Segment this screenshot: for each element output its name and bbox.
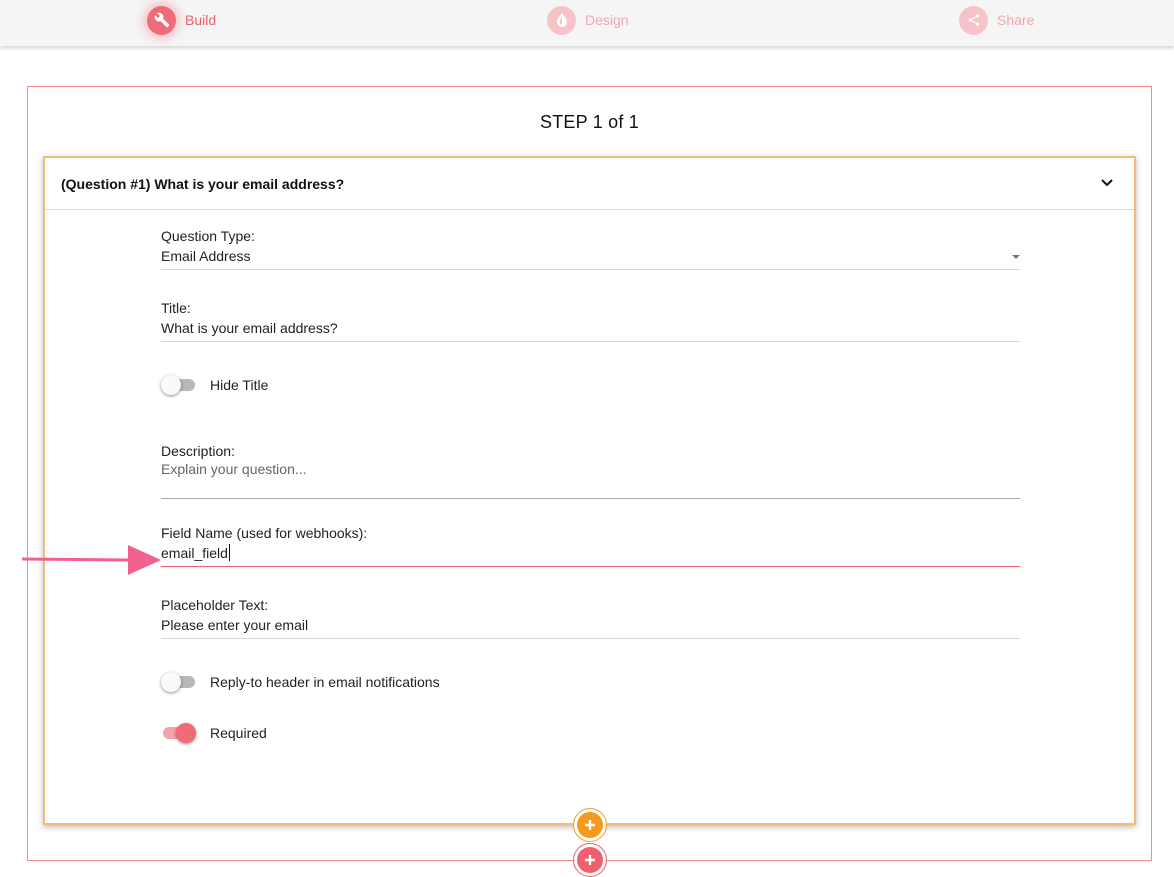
question-type-field: Question Type: Email Address: [161, 228, 1020, 270]
question-type-select[interactable]: Email Address: [161, 244, 1020, 270]
annotation-arrow-icon: [22, 545, 161, 575]
hide-title-toggle[interactable]: [161, 375, 196, 395]
question-header-title: (Question #1) What is your email address…: [61, 176, 345, 192]
plus-circle-icon: [577, 847, 603, 873]
nav-share-label: Share: [997, 12, 1035, 28]
hide-title-label: Hide Title: [210, 377, 269, 393]
required-row: Required: [161, 721, 267, 745]
required-toggle[interactable]: [161, 723, 196, 743]
description-field: Description: Explain your question...: [161, 443, 1020, 499]
nav-build[interactable]: Build: [147, 5, 216, 35]
description-label: Description:: [161, 443, 235, 459]
reply-to-toggle[interactable]: [161, 672, 196, 692]
hide-title-row: Hide Title: [161, 373, 268, 397]
question-card-header[interactable]: (Question #1) What is your email address…: [45, 158, 1134, 210]
step-title: STEP 1 of 1: [540, 112, 639, 132]
nav-build-label: Build: [185, 12, 217, 28]
nav-share[interactable]: Share: [959, 5, 1034, 35]
placeholder-text-field: Placeholder Text: Please enter your emai…: [161, 597, 1020, 639]
top-navigation: Build Design Share: [0, 0, 1174, 46]
title-input[interactable]: What is your email address?: [161, 316, 1020, 342]
add-question-button[interactable]: [573, 808, 607, 842]
nav-design-label: Design: [585, 12, 629, 28]
field-name-label: Field Name (used for webhooks):: [161, 525, 368, 541]
field-name-value: email_field: [161, 545, 228, 561]
wrench-icon: [147, 5, 176, 35]
toggle-thumb: [161, 375, 181, 395]
field-name-input[interactable]: email_field: [161, 541, 1020, 567]
title-field: Title: What is your email address?: [161, 300, 1020, 342]
plus-circle-icon: [577, 812, 603, 838]
chevron-down-icon[interactable]: [1100, 177, 1114, 189]
toggle-thumb: [161, 672, 181, 692]
add-step-button[interactable]: [573, 843, 607, 877]
text-cursor: [228, 544, 230, 561]
placeholder-text-label: Placeholder Text:: [161, 597, 269, 613]
question-card: (Question #1) What is your email address…: [43, 156, 1136, 825]
drop-icon: [547, 5, 576, 35]
field-name-field: Field Name (used for webhooks): email_fi…: [161, 525, 1020, 567]
required-label: Required: [210, 725, 267, 741]
placeholder-text-input[interactable]: Please enter your email: [161, 613, 1020, 639]
toggle-thumb: [176, 723, 196, 743]
reply-to-label: Reply-to header in email notifications: [210, 674, 440, 690]
reply-to-row: Reply-to header in email notifications: [161, 670, 440, 694]
share-icon: [959, 5, 988, 35]
question-type-label: Question Type:: [161, 228, 255, 244]
title-label: Title:: [161, 300, 191, 316]
nav-design[interactable]: Design: [547, 5, 629, 35]
dropdown-arrow-icon[interactable]: [1012, 255, 1020, 259]
description-textarea[interactable]: Explain your question...: [161, 459, 1020, 499]
